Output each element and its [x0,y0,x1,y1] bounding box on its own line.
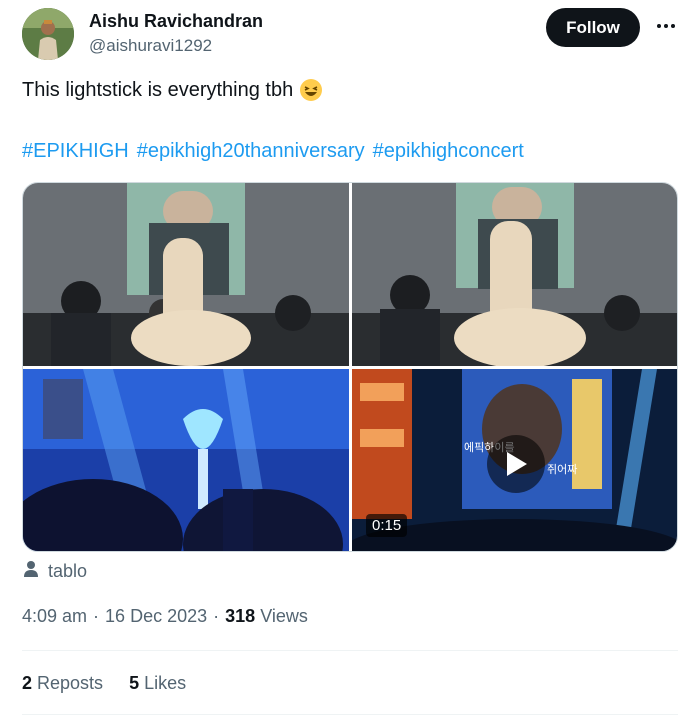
video-duration: 0:15 [366,514,408,537]
likes-label: Likes [144,673,187,693]
hashtag-link[interactable]: #epikhigh20thanniversary [137,140,365,163]
play-icon[interactable] [487,435,545,493]
tweet-text: This lightstick is everything tbh [22,78,323,102]
reposts-label: Reposts [37,673,104,693]
meta-separator: · [213,606,220,626]
tweet-date[interactable]: 16 Dec 2023 [105,606,207,627]
person-icon [22,560,40,583]
media-video[interactable]: 에픽하이를 쥐어짜 0:15 [352,369,677,551]
divider [22,714,678,715]
tweet-meta: 4:09 am · 16 Dec 2023 · 318 Views [22,606,308,627]
engagement-stats: 2 Reposts 5 Likes [22,673,186,694]
tagged-user-name[interactable]: tablo [48,561,87,582]
media-photo-2[interactable] [352,183,677,366]
author-handle[interactable]: @aishuravi1292 [89,36,212,56]
meta-separator: · [93,606,100,626]
video-caption-2: 쥐어짜 [547,463,577,476]
likes-stat[interactable]: 5 Likes [129,673,186,694]
reposts-stat[interactable]: 2 Reposts [22,673,103,694]
tweet-body: This lightstick is everything tbh [22,78,294,101]
media-grid: 에픽하이를 쥐어짜 0:15 [22,182,678,552]
media-photo-1[interactable] [23,183,349,366]
avatar[interactable] [22,8,74,60]
hashtag-link[interactable]: #EPIKHIGH [22,140,129,163]
tagged-user-row[interactable]: tablo [22,560,87,583]
views-label: Views [260,606,308,626]
author-name[interactable]: Aishu Ravichandran [89,11,263,32]
reposts-count: 2 [22,673,33,693]
divider [22,650,678,651]
follow-button[interactable]: Follow [546,8,640,47]
views-count: 318 [225,606,256,626]
tweet-time[interactable]: 4:09 am [22,606,87,627]
likes-count: 5 [129,673,140,693]
hashtag-link[interactable]: #epikhighconcert [373,140,524,163]
media-photo-3[interactable] [23,369,349,551]
more-options-icon[interactable] [654,14,678,38]
laughing-face-icon [299,78,323,102]
hashtags: #EPIKHIGH #epikhigh20thanniversary #epik… [22,140,524,163]
